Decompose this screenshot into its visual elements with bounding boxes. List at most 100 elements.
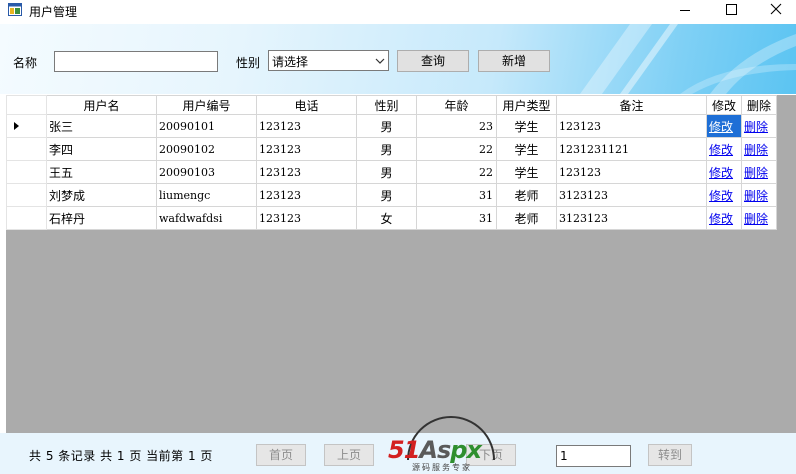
edit-link[interactable]: 修改 [709,120,733,134]
current-row-arrow-icon [14,122,19,130]
table-row[interactable]: 石梓丹 wafdwafdsi 123123 女 31 老师 3123123 修改… [6,206,777,230]
first-page-button[interactable]: 首页 [256,444,306,466]
watermark-brand-part: 51 [388,436,420,464]
column-header[interactable]: 用户名 [46,95,157,115]
cell-phone[interactable]: 123123 [256,137,357,161]
minimize-button[interactable] [662,0,708,22]
cell-delete[interactable]: 删除 [741,114,777,138]
cell-edit[interactable]: 修改 [706,206,742,230]
cell-gender[interactable]: 男 [356,183,417,207]
delete-link[interactable]: 删除 [744,166,768,180]
cell-gender[interactable]: 女 [356,206,417,230]
row-header[interactable] [6,137,47,161]
prev-page-button[interactable]: 上页 [324,444,374,466]
cell-edit[interactable]: 修改 [706,160,742,184]
cell-note[interactable]: 123123 [556,160,707,184]
cell-age[interactable]: 22 [416,137,497,161]
name-input[interactable] [54,51,218,72]
gender-select[interactable]: 请选择 [268,50,389,71]
cell-user-id[interactable]: 20090103 [156,160,257,184]
cell-gender[interactable]: 男 [356,160,417,184]
row-header-current[interactable] [6,114,47,138]
cell-username[interactable]: 王五 [46,160,157,184]
minimize-icon [680,10,690,11]
delete-link[interactable]: 删除 [744,212,768,226]
cell-delete[interactable]: 删除 [741,137,777,161]
cell-gender[interactable]: 男 [356,114,417,138]
cell-phone[interactable]: 123123 [256,114,357,138]
cell-username[interactable]: 刘梦成 [46,183,157,207]
column-header[interactable]: 电话 [256,95,357,115]
name-label: 名称 [13,56,38,70]
column-header[interactable]: 用户编号 [156,95,257,115]
goto-button[interactable]: 转到 [648,444,692,466]
edit-link[interactable]: 修改 [709,166,733,180]
cell-user-id[interactable]: 20090101 [156,114,257,138]
cell-phone[interactable]: 123123 [256,206,357,230]
column-header[interactable]: 性别 [356,95,417,115]
row-header-corner [6,95,47,115]
delete-link[interactable]: 删除 [744,189,768,203]
cell-edit[interactable]: 修改 [706,137,742,161]
search-panel: 名称 性别 请选择 查询 新增 [0,24,796,94]
row-header[interactable] [6,206,47,230]
cell-note[interactable]: 1231231121 [556,137,707,161]
cell-note[interactable]: 3123123 [556,206,707,230]
gender-label: 性别 [236,56,261,70]
cell-user-type[interactable]: 学生 [496,137,557,161]
cell-username[interactable]: 张三 [46,114,157,138]
table-header-row: 用户名 用户编号 电话 性别 年龄 用户类型 备注 修改 删除 [6,95,777,115]
cell-age[interactable]: 31 [416,206,497,230]
column-header[interactable]: 用户类型 [496,95,557,115]
table-row[interactable]: 王五 20090103 123123 男 22 学生 123123 修改 删除 [6,160,777,184]
maximize-button[interactable] [708,0,754,22]
row-header[interactable] [6,183,47,207]
delete-link[interactable]: 删除 [744,143,768,157]
cell-user-type[interactable]: 学生 [496,160,557,184]
cell-age[interactable]: 31 [416,183,497,207]
column-header[interactable]: 删除 [741,95,777,115]
record-info: 共 5 条记录 共 1 页 当前第 1 页 [29,449,213,463]
cell-edit-selected[interactable]: 修改 [706,114,742,138]
column-header[interactable]: 修改 [706,95,742,115]
edit-link[interactable]: 修改 [709,143,733,157]
cell-username[interactable]: 李四 [46,137,157,161]
table-row[interactable]: 张三 20090101 123123 男 23 学生 123123 修改 删除 [6,114,777,138]
delete-link[interactable]: 删除 [744,120,768,134]
cell-delete[interactable]: 删除 [741,206,777,230]
cell-user-type[interactable]: 老师 [496,206,557,230]
user-table: 用户名 用户编号 电话 性别 年龄 用户类型 备注 修改 删除 张三 20090… [6,95,777,230]
table-row[interactable]: 李四 20090102 123123 男 22 学生 1231231121 修改… [6,137,777,161]
add-button[interactable]: 新增 [478,50,550,72]
edit-link[interactable]: 修改 [709,189,733,203]
cell-username[interactable]: 石梓丹 [46,206,157,230]
watermark-brand-part: As [419,436,451,464]
edit-link[interactable]: 修改 [709,212,733,226]
close-button[interactable] [752,0,796,22]
cell-note[interactable]: 123123 [556,114,707,138]
cell-user-type[interactable]: 老师 [496,183,557,207]
chevron-down-icon [375,58,385,64]
cell-age[interactable]: 23 [416,114,497,138]
cell-user-id[interactable]: liumengc [156,183,257,207]
column-header[interactable]: 年龄 [416,95,497,115]
cell-age[interactable]: 22 [416,160,497,184]
cell-user-id[interactable]: 20090102 [156,137,257,161]
cell-user-id[interactable]: wafdwafdsi [156,206,257,230]
cell-edit[interactable]: 修改 [706,183,742,207]
cell-user-type[interactable]: 学生 [496,114,557,138]
watermark-subtitle: 源码服务专家 [412,463,472,472]
window-title: 用户管理 [29,5,78,19]
query-button[interactable]: 查询 [397,50,469,72]
cell-phone[interactable]: 123123 [256,183,357,207]
cell-gender[interactable]: 男 [356,137,417,161]
cell-note[interactable]: 3123123 [556,183,707,207]
page-number-input[interactable] [556,445,631,467]
table-row[interactable]: 刘梦成 liumengc 123123 男 31 老师 3123123 修改 删… [6,183,777,207]
gender-selected-value: 请选择 [272,55,309,69]
row-header[interactable] [6,160,47,184]
cell-phone[interactable]: 123123 [256,160,357,184]
cell-delete[interactable]: 删除 [741,183,777,207]
column-header[interactable]: 备注 [556,95,707,115]
cell-delete[interactable]: 删除 [741,160,777,184]
